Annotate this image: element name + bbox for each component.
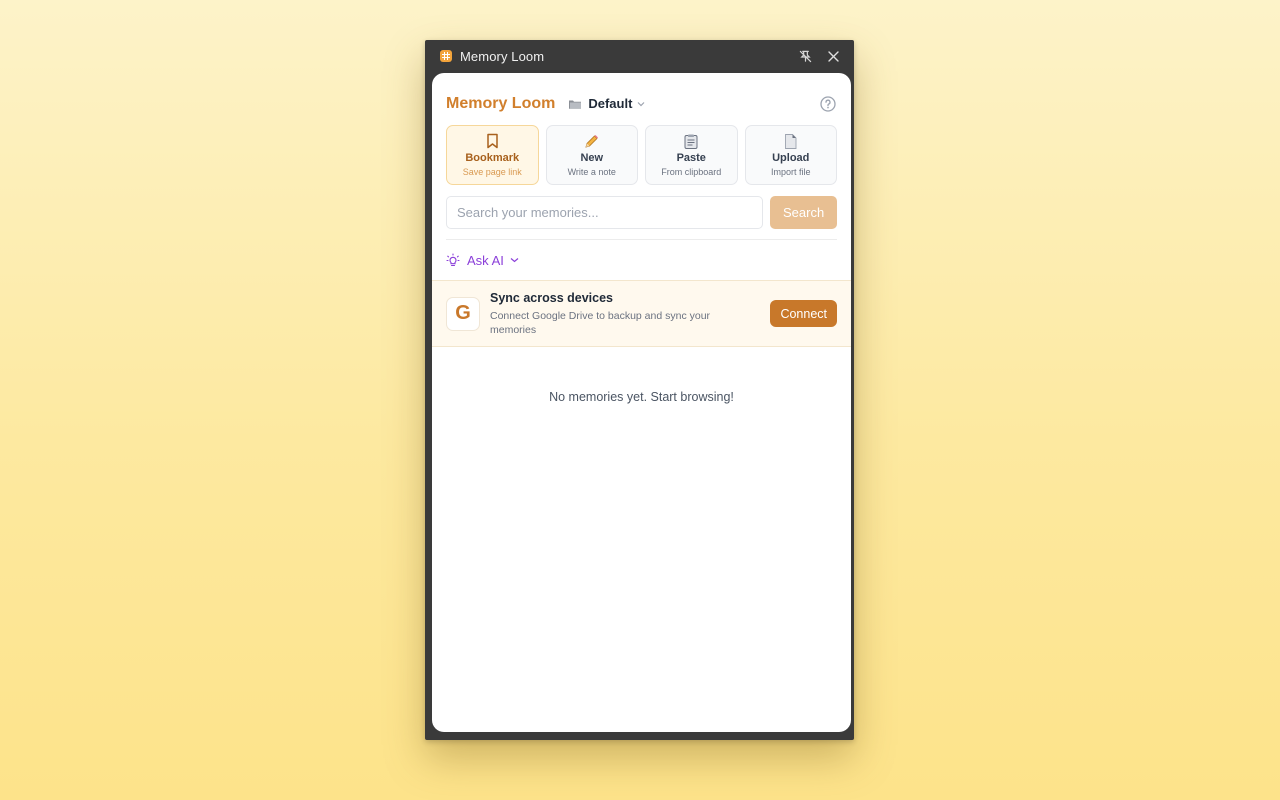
- file-icon: [784, 133, 797, 149]
- paste-button[interactable]: Paste From clipboard: [645, 125, 738, 185]
- action-label: New: [580, 152, 604, 164]
- unpin-icon[interactable]: [794, 45, 816, 67]
- close-icon[interactable]: [822, 45, 844, 67]
- ask-ai-label: Ask AI: [467, 252, 504, 268]
- new-note-button[interactable]: New Write a note: [545, 125, 638, 185]
- space-label: Default: [588, 96, 633, 111]
- search-row: Search: [432, 185, 851, 229]
- header: Memory Loom Default: [432, 73, 851, 115]
- search-button[interactable]: Search: [770, 196, 837, 229]
- chevron-down-icon: [637, 101, 645, 106]
- upload-button[interactable]: Upload Import file: [744, 125, 837, 185]
- empty-state: No memories yet. Start browsing!: [549, 390, 734, 404]
- pencil-icon: [584, 133, 599, 149]
- search-input[interactable]: [446, 196, 764, 229]
- action-label: Upload: [772, 152, 810, 164]
- clipboard-icon: [684, 133, 698, 149]
- popup-panel: Memory Loom Default Bookmark Save page l…: [432, 73, 851, 732]
- action-sublabel: From clipboard: [661, 167, 722, 177]
- bookmark-icon: [486, 133, 499, 149]
- connect-button[interactable]: Connect: [770, 300, 837, 327]
- action-label: Bookmark: [465, 152, 520, 164]
- folder-icon: [569, 100, 582, 109]
- bookmark-button[interactable]: Bookmark Save page link: [446, 125, 539, 185]
- sync-subtitle: Connect Google Drive to backup and sync …: [490, 309, 711, 336]
- sync-banner: G Sync across devices Connect Google Dri…: [432, 280, 851, 347]
- app-icon: [440, 50, 452, 62]
- window-title: Memory Loom: [460, 48, 545, 64]
- sync-text: Sync across devices Connect Google Drive…: [490, 291, 770, 337]
- action-sublabel: Import file: [770, 167, 811, 177]
- chevron-down-icon: [510, 258, 519, 263]
- lightbulb-icon: [446, 253, 460, 267]
- action-sublabel: Save page link: [462, 167, 522, 177]
- google-drive-icon: G: [446, 296, 480, 331]
- sync-title: Sync across devices: [490, 290, 613, 305]
- ask-ai-toggle[interactable]: Ask AI: [432, 240, 851, 280]
- action-label: Paste: [676, 152, 706, 164]
- quick-actions: Bookmark Save page link New Write a note: [432, 115, 851, 185]
- title-bar: Memory Loom: [425, 40, 854, 72]
- app-window: Memory Loom Memory Loom Default Bookmark…: [425, 40, 854, 740]
- brand-title: Memory Loom: [446, 94, 556, 112]
- help-icon[interactable]: [819, 95, 837, 113]
- action-sublabel: Write a note: [567, 167, 616, 177]
- space-selector[interactable]: Default: [568, 96, 645, 111]
